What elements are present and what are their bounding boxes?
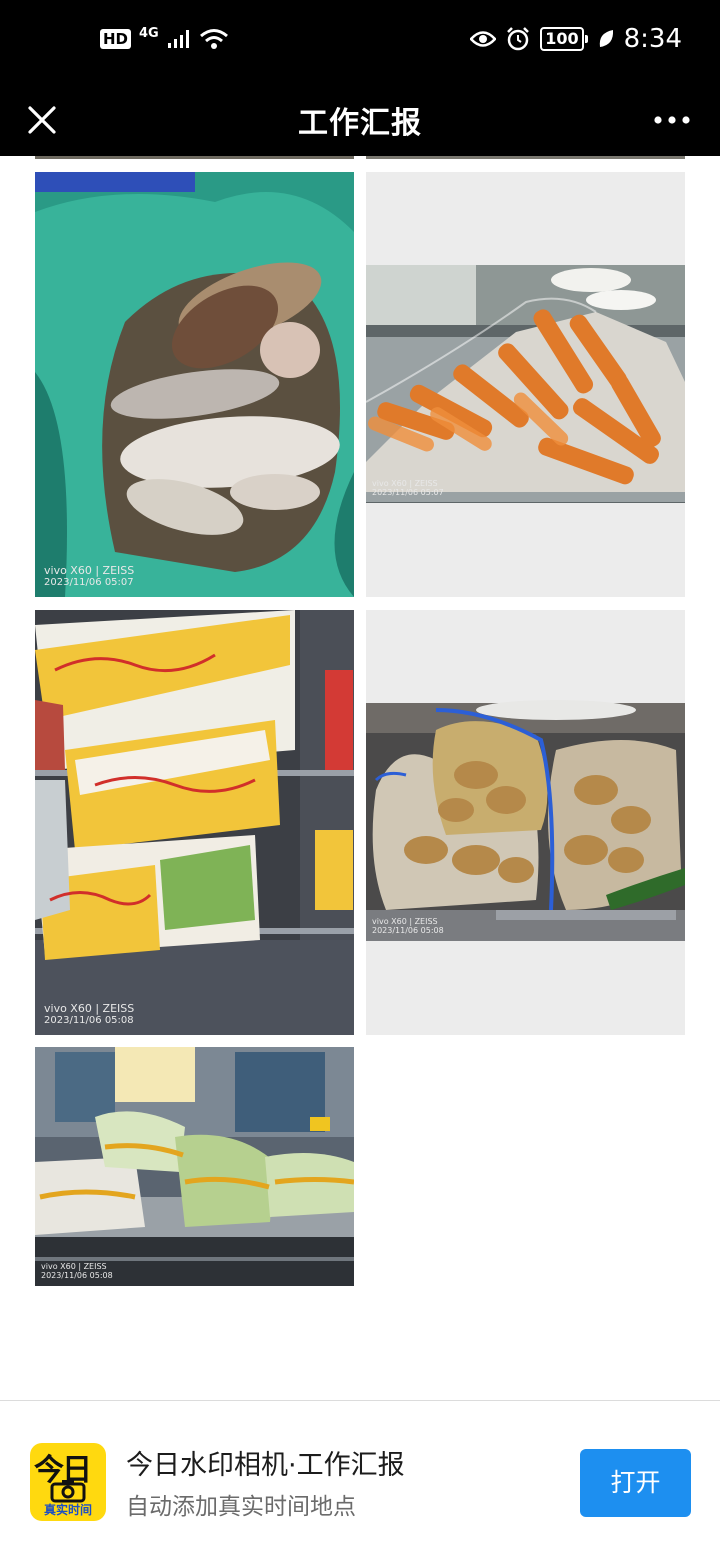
battery-level: 100 (540, 27, 584, 51)
more-icon[interactable] (652, 106, 692, 134)
watermark-camera: vivo X60 | ZEISS (44, 564, 135, 577)
watermark-camera: vivo X60 | ZEISS (372, 917, 438, 926)
cabbage-table-image (35, 1047, 354, 1286)
watermark-camera: vivo X60 | ZEISS (44, 1002, 135, 1015)
network-type: 4G (139, 25, 159, 41)
photo-partial-right[interactable] (366, 156, 685, 159)
ginger-image (366, 610, 685, 1035)
watermark-timestamp: 2023/11/06 05:08 (372, 926, 444, 935)
eye-icon (470, 31, 497, 47)
photo-cabbage-table[interactable]: vivo X60 | ZEISS 2023/11/06 05:08 (35, 1047, 354, 1286)
photo-cabbage-shelves[interactable]: vivo X60 | ZEISS 2023/11/06 05:08 (35, 610, 354, 1035)
watermark-camera: vivo X60 | ZEISS (41, 1262, 107, 1271)
status-left: HD 4G (100, 25, 229, 50)
leaf-icon (599, 30, 613, 47)
watermark-timestamp: 2023/11/06 05:07 (372, 488, 444, 497)
watermark-timestamp: 2023/11/06 05:08 (41, 1271, 113, 1280)
signal-icon (167, 30, 189, 48)
watermark-camera: vivo X60 | ZEISS (372, 479, 438, 488)
status-right: 100 8:34 (470, 24, 682, 54)
battery-icon: 100 (540, 27, 588, 51)
photo-lotus-root[interactable]: vivo X60 | ZEISS 2023/11/06 05:07 (35, 172, 354, 597)
photo-watermark: vivo X60 | ZEISS 2023/11/06 05:08 (44, 1003, 134, 1027)
app-icon-text-bottom: 真实时间 (43, 1503, 92, 1517)
alarm-icon (507, 27, 530, 51)
carrots-image (366, 172, 685, 597)
photo-grid[interactable]: vivo X60 | ZEISS 2023/11/06 05:07 vivo X… (0, 156, 720, 1400)
battery-tip (584, 35, 588, 43)
app-subtitle: 自动添加真实时间地点 (126, 1494, 356, 1520)
hd-badge: HD (100, 29, 132, 49)
watermark-timestamp: 2023/11/06 05:07 (44, 577, 134, 588)
photo-partial-left[interactable] (35, 156, 354, 159)
photo-watermark: vivo X60 | ZEISS 2023/11/06 05:08 (41, 1262, 113, 1280)
clock: 8:34 (623, 24, 682, 54)
photo-ginger[interactable]: vivo X60 | ZEISS 2023/11/06 05:08 (366, 610, 685, 1035)
nav-bar: 工作汇报 (0, 84, 720, 156)
app-banner[interactable]: 今日 真实时间 今日水印相机·工作汇报 自动添加真实时间地点 打开 (0, 1400, 720, 1561)
photo-watermark: vivo X60 | ZEISS 2023/11/06 05:08 (372, 917, 444, 935)
cabbage-shelves-image (35, 610, 354, 1035)
app-icon[interactable]: 今日 真实时间 (30, 1443, 106, 1521)
watermark-timestamp: 2023/11/06 05:08 (44, 1015, 134, 1026)
page-title: 工作汇报 (298, 106, 422, 141)
photo-watermark: vivo X60 | ZEISS 2023/11/06 05:07 (372, 479, 444, 497)
open-button[interactable]: 打开 (580, 1449, 691, 1517)
photo-watermark: vivo X60 | ZEISS 2023/11/06 05:07 (44, 565, 134, 589)
camera-icon (50, 1480, 86, 1503)
status-bar: HD 4G 100 8:34 (0, 0, 720, 84)
app-title: 今日水印相机·工作汇报 (126, 1450, 405, 1481)
wifi-icon (199, 29, 228, 49)
lotus-root-image (35, 172, 354, 597)
photo-carrots[interactable]: vivo X60 | ZEISS 2023/11/06 05:07 (366, 172, 685, 597)
